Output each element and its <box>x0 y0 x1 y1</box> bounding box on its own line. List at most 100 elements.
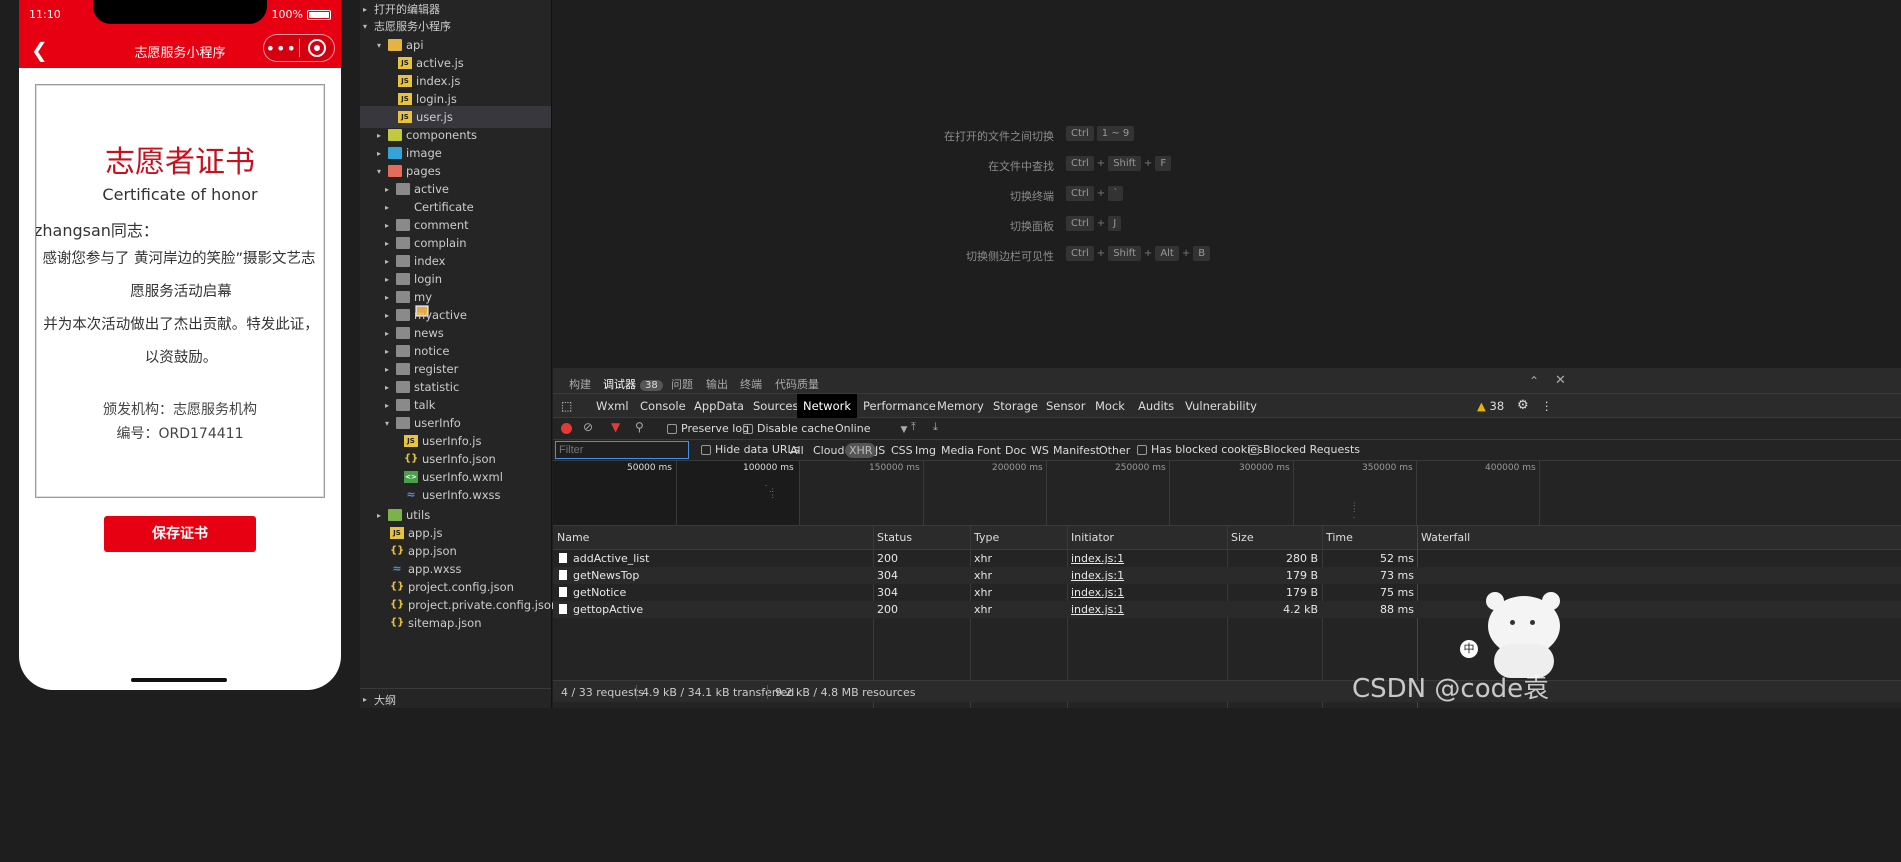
hide-data-urls-checkbox[interactable]: Hide data URLs <box>701 443 799 456</box>
tree-label: talk <box>414 398 436 412</box>
file-item[interactable]: {} sitemap.json <box>360 612 551 634</box>
type-filter-ws[interactable]: WS <box>1031 444 1049 457</box>
export-har-icon[interactable]: ⤓ <box>933 420 938 434</box>
save-certificate-button[interactable]: 保存证书 <box>104 516 256 552</box>
tab-wxml[interactable]: Wxml <box>590 394 635 418</box>
nav-bar: ❮ 志愿服务小程序 ••• <box>19 28 341 68</box>
disable-cache-checkbox[interactable]: Disable cache <box>743 422 834 435</box>
request-initiator[interactable]: index.js:1 <box>1071 586 1124 599</box>
table-row[interactable]: getNotice 304 xhr index.js:1 179 B 75 ms <box>553 584 1901 601</box>
filter-input[interactable] <box>555 441 689 459</box>
key-chip: Ctrl <box>1066 186 1094 201</box>
column-header-type[interactable]: Type <box>970 526 1067 550</box>
tab-mock[interactable]: Mock <box>1089 394 1131 418</box>
column-header-time[interactable]: Time <box>1322 526 1417 550</box>
tree-label: api <box>406 38 424 52</box>
settings-gear-icon[interactable]: ⚙ <box>1511 394 1535 418</box>
type-filter-media[interactable]: Media <box>941 444 974 457</box>
request-initiator[interactable]: index.js:1 <box>1071 603 1124 616</box>
tree-label: statistic <box>414 380 460 394</box>
column-header-initiator[interactable]: Initiator <box>1067 526 1227 550</box>
folder-icon <box>388 165 402 177</box>
column-header-size[interactable]: Size <box>1227 526 1322 550</box>
tab-debugger[interactable]: 调试器 38 <box>603 376 663 392</box>
tree-label: my <box>414 290 433 304</box>
throttle-select[interactable]: Online ▼ <box>835 422 907 435</box>
checkbox-label: Has blocked cookies <box>1151 443 1263 456</box>
timeline-overview[interactable]: 50000 ms 100000 ms 150000 ms 200000 ms 2… <box>553 460 1901 526</box>
record-icon[interactable] <box>561 423 572 434</box>
mascot-eye <box>1510 620 1515 625</box>
file-item[interactable]: ≈ userInfo.wxss <box>360 484 551 506</box>
tab-audits[interactable]: Audits <box>1132 394 1180 418</box>
column-header-name[interactable]: Name <box>553 526 873 550</box>
folder-icon <box>396 381 410 393</box>
initiator-link[interactable]: index.js:1 <box>1071 586 1124 599</box>
column-header-waterfall[interactable]: Waterfall <box>1417 526 1901 550</box>
initiator-link[interactable]: index.js:1 <box>1071 569 1124 582</box>
type-filter-doc[interactable]: Doc <box>1005 444 1026 457</box>
tab-vulnerability[interactable]: Vulnerability <box>1179 394 1263 418</box>
type-filter-xhr[interactable]: XHR <box>845 443 877 458</box>
overview-tick: 50000 ms <box>627 463 672 473</box>
filter-funnel-icon[interactable]: ▼ <box>611 420 620 434</box>
request-type: xhr <box>974 569 993 582</box>
chevron-right-icon: ▸ <box>384 256 389 266</box>
warning-counter[interactable]: ▲ 38 <box>1471 394 1510 418</box>
tab-console[interactable]: Console <box>634 394 692 418</box>
request-initiator[interactable]: index.js:1 <box>1071 569 1124 582</box>
type-filter-font[interactable]: Font <box>977 444 1001 457</box>
blocked-requests-checkbox[interactable]: Blocked Requests <box>1249 443 1360 456</box>
overview-request-marks: . .: : <box>765 480 775 500</box>
import-har-icon[interactable]: ⤒ <box>911 420 916 434</box>
request-name: getNewsTop <box>559 569 639 582</box>
table-row[interactable]: gettopActive 200 xhr index.js:1 4.2 kB 8… <box>553 601 1901 618</box>
tab-memory[interactable]: Memory <box>931 394 990 418</box>
type-filter-cloud[interactable]: Cloud <box>813 444 844 457</box>
table-row[interactable]: addActive_list 200 xhr index.js:1 280 B … <box>553 550 1901 567</box>
tree-label: sitemap.json <box>408 616 482 630</box>
type-filter-all[interactable]: All <box>790 444 804 457</box>
tab-problems[interactable]: 问题 <box>671 376 693 392</box>
open-editors-section[interactable]: ▸ 打开的编辑器 <box>360 0 551 18</box>
type-filter-js[interactable]: JS <box>875 444 885 457</box>
tab-network[interactable]: Network <box>797 394 858 418</box>
project-section[interactable]: ▾ 志愿服务小程序 <box>360 17 551 35</box>
request-size: 179 B <box>1285 586 1318 599</box>
request-initiator[interactable]: index.js:1 <box>1071 552 1124 565</box>
type-filter-img[interactable]: Img <box>915 444 936 457</box>
has-blocked-cookies-checkbox[interactable]: Has blocked cookies <box>1137 443 1263 456</box>
overview-divider <box>676 461 677 525</box>
key-chip: F <box>1155 156 1172 171</box>
kebab-menu-icon[interactable]: ⋮ <box>1535 394 1559 418</box>
type-filter-manifest[interactable]: Manifest <box>1053 444 1100 457</box>
key-chip: ` <box>1108 186 1124 201</box>
tab-build[interactable]: 构建 <box>569 376 591 392</box>
tab-terminal[interactable]: 终端 <box>740 376 762 392</box>
close-mini-program-icon[interactable] <box>300 39 335 57</box>
initiator-link[interactable]: index.js:1 <box>1071 603 1124 616</box>
request-name: gettopActive <box>559 603 643 616</box>
tab-sources[interactable]: Sources <box>747 394 805 418</box>
table-row[interactable]: getNewsTop 304 xhr index.js:1 179 B 73 m… <box>553 567 1901 584</box>
preserve-log-checkbox[interactable]: Preserve log <box>667 422 749 435</box>
tab-appdata[interactable]: AppData <box>688 394 750 418</box>
tab-code-quality[interactable]: 代码质量 <box>775 376 819 392</box>
initiator-link[interactable]: index.js:1 <box>1071 552 1124 565</box>
more-icon[interactable]: ••• <box>264 39 299 58</box>
outline-section[interactable]: ▸ 大纲 <box>360 688 551 710</box>
close-panel-icon[interactable]: ✕ <box>1555 373 1566 388</box>
inspect-element-icon[interactable]: ⬚ <box>555 394 578 418</box>
wxml-file-icon: <> <box>404 471 418 483</box>
tab-storage[interactable]: Storage <box>987 394 1044 418</box>
type-filter-css[interactable]: CSS <box>891 444 913 457</box>
collapse-panel-icon[interactable]: ⌃ <box>1529 374 1539 388</box>
tab-performance[interactable]: Performance <box>857 394 942 418</box>
tab-output[interactable]: 输出 <box>706 376 728 392</box>
search-icon[interactable]: ⚲ <box>635 420 644 434</box>
tab-sensor[interactable]: Sensor <box>1040 394 1091 418</box>
key-chip: Ctrl <box>1066 246 1094 261</box>
clear-icon[interactable]: ⊘ <box>583 420 593 434</box>
column-header-status[interactable]: Status <box>873 526 970 550</box>
type-filter-other[interactable]: Other <box>1099 444 1130 457</box>
